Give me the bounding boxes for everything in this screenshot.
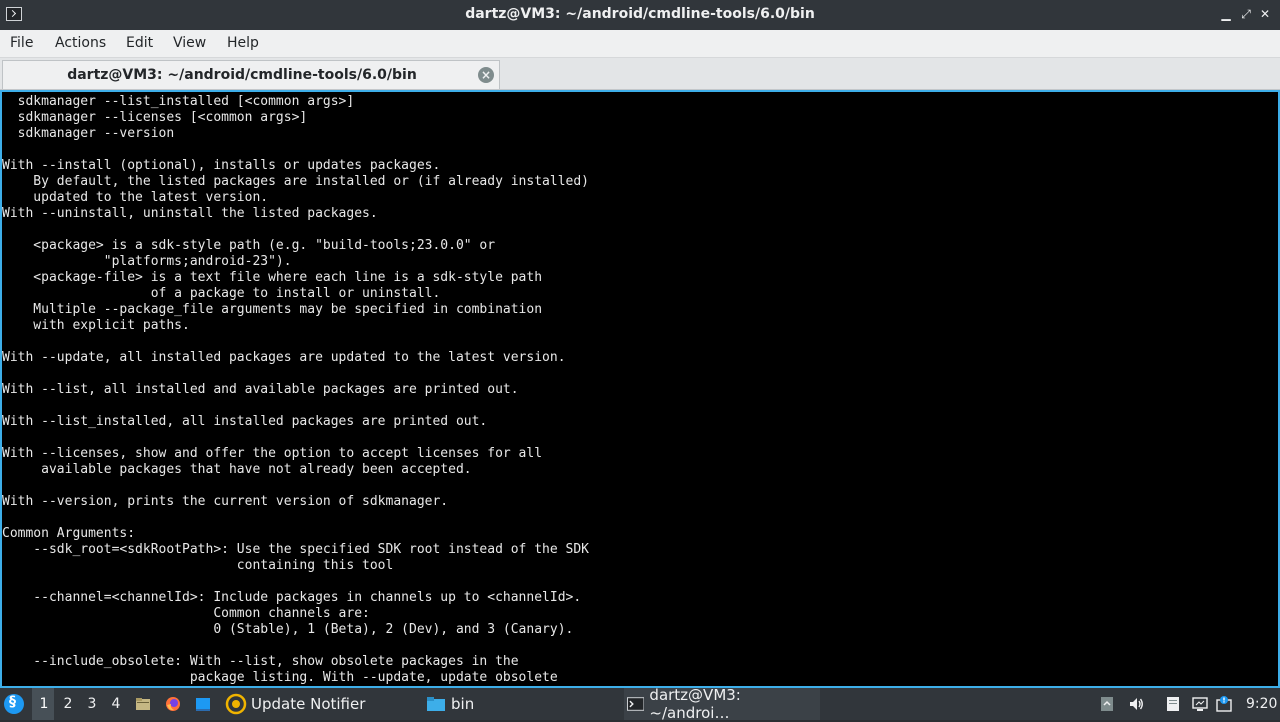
- update-notification-icon[interactable]: [1216, 696, 1232, 712]
- task-label: dartz@VM3: ~/androi…: [649, 686, 741, 722]
- desktop-launcher-icon[interactable]: [195, 696, 211, 712]
- terminal-line: With --update, all installed packages ar…: [2, 350, 566, 365]
- terminal-line: 0 (Stable), 1 (Beta), 2 (Dev), and 3 (Ca…: [2, 622, 574, 637]
- terminal-icon: [627, 697, 645, 711]
- network-icon[interactable]: [1192, 696, 1208, 712]
- terminal-line: --include_obsolete: With --list, show ob…: [2, 654, 519, 669]
- start-menu-button[interactable]: [4, 688, 28, 720]
- terminal-line: of a package to install or uninstall.: [2, 286, 441, 301]
- close-window-button[interactable]: ✕: [1257, 6, 1273, 22]
- terminal-view[interactable]: sdkmanager --list_installed [<common arg…: [0, 90, 1280, 688]
- terminal-line: By default, the listed packages are inst…: [2, 174, 589, 189]
- task-terminal[interactable]: dartz@VM3: ~/androi…: [624, 686, 820, 722]
- terminal-line: with explicit paths.: [2, 318, 190, 333]
- update-notifier-icon: [225, 693, 247, 715]
- firefox-launcher-icon[interactable]: [165, 696, 181, 712]
- terminal-line: <package-file> is a text file where each…: [2, 270, 543, 285]
- terminal-line: With --install (optional), installs or u…: [2, 158, 441, 173]
- terminal-line: Common channels are:: [2, 606, 370, 621]
- tab-close-icon[interactable]: ×: [478, 67, 494, 83]
- terminal-line: Multiple --package_file arguments may be…: [2, 302, 543, 317]
- terminal-output: sdkmanager --list_installed [<common arg…: [2, 94, 589, 686]
- menu-view[interactable]: View: [173, 35, 206, 51]
- terminal-line: With --licenses, show and offer the opti…: [2, 446, 543, 461]
- taskbar: 1 2 3 4 Update Notifier bin dartz@VM3: ~…: [0, 686, 1280, 722]
- menu-bar: File Actions Edit View Help: [0, 30, 1280, 58]
- terminal-line: --sdk_root=<sdkRootPath>: Use the specif…: [2, 542, 589, 557]
- tab-bar: dartz@VM3: ~/android/cmdline-tools/6.0/b…: [0, 58, 1280, 90]
- terminal-line: With --uninstall, uninstall the listed p…: [2, 206, 378, 221]
- tab-title: dartz@VM3: ~/android/cmdline-tools/6.0/b…: [67, 67, 417, 83]
- menu-edit[interactable]: Edit: [126, 35, 153, 51]
- task-update-notifier[interactable]: Update Notifier: [222, 688, 418, 720]
- terminal-line: <package> is a sdk-style path (e.g. "bui…: [2, 238, 496, 253]
- volume-icon[interactable]: [1128, 696, 1144, 712]
- task-label: Update Notifier: [251, 695, 366, 713]
- terminal-line: sdkmanager --licenses [<common args>]: [2, 110, 308, 125]
- terminal-line: --channel=<channelId>: Include packages …: [2, 590, 582, 605]
- window-titlebar: dartz@VM3: ~/android/cmdline-tools/6.0/b…: [0, 0, 1280, 30]
- terminal-line: updated to the latest version.: [2, 190, 269, 205]
- workspace-4[interactable]: 4: [109, 696, 123, 712]
- clock[interactable]: 9:20: [1246, 696, 1277, 712]
- maximize-button[interactable]: ⤢: [1238, 6, 1254, 22]
- terminal-tab[interactable]: dartz@VM3: ~/android/cmdline-tools/6.0/b…: [2, 60, 500, 89]
- folder-icon: [427, 697, 445, 711]
- tray-clipboard-icon[interactable]: [1099, 696, 1115, 712]
- workspace-2[interactable]: 2: [61, 696, 75, 712]
- file-manager-launcher-icon[interactable]: [135, 696, 151, 712]
- terminal-line: available packages that have not already…: [2, 462, 472, 477]
- menu-file[interactable]: File: [10, 35, 33, 51]
- terminal-line: containing this tool: [2, 558, 394, 573]
- terminal-line: Common Arguments:: [2, 526, 136, 541]
- window-title: dartz@VM3: ~/android/cmdline-tools/6.0/b…: [465, 6, 815, 22]
- terminal-line: sdkmanager --version: [2, 126, 175, 141]
- task-label: bin: [451, 695, 475, 713]
- minimize-button[interactable]: ▁: [1218, 6, 1234, 22]
- terminal-line: package listing. With --update, update o…: [2, 670, 558, 685]
- terminal-line: sdkmanager --list_installed [<common arg…: [2, 94, 355, 109]
- document-icon[interactable]: [1165, 696, 1181, 712]
- menu-help[interactable]: Help: [227, 35, 259, 51]
- terminal-line: With --list, all installed and available…: [2, 382, 519, 397]
- start-menu-icon: [4, 694, 24, 714]
- terminal-line: With --list_installed, all installed pac…: [2, 414, 488, 429]
- terminal-line: With --version, prints the current versi…: [2, 494, 449, 509]
- workspace-3[interactable]: 3: [85, 696, 99, 712]
- task-bin-folder[interactable]: bin: [424, 688, 620, 720]
- terminal-line: "platforms;android-23").: [2, 254, 292, 269]
- menu-actions[interactable]: Actions: [55, 35, 106, 51]
- workspace-1[interactable]: 1: [37, 696, 51, 712]
